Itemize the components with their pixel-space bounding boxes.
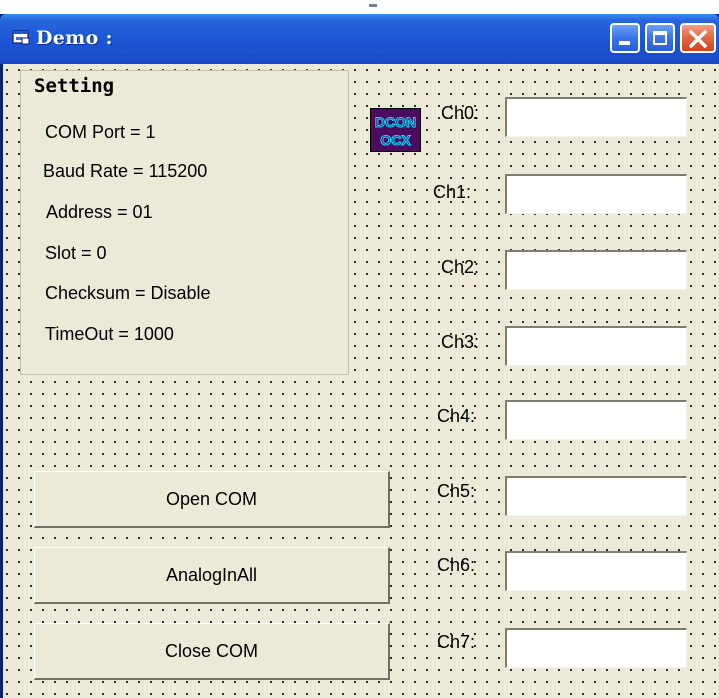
- baud-rate-label: Baud Rate = 115200: [43, 161, 208, 181]
- ch1-field[interactable]: [505, 174, 687, 214]
- ocx-line1: DCON: [375, 114, 416, 130]
- open-com-button[interactable]: Open COM: [34, 471, 390, 528]
- ch6-label: Ch6:: [437, 555, 476, 575]
- ch4-field[interactable]: [505, 400, 687, 440]
- ch7-label: Ch7:: [437, 632, 476, 652]
- ch3-field[interactable]: [505, 326, 687, 366]
- timeout-label: TimeOut = 1000: [45, 324, 174, 344]
- minimize-icon: [619, 41, 630, 45]
- ch0-label: Ch0:: [441, 103, 480, 123]
- ch2-field[interactable]: [505, 250, 687, 290]
- close-icon: [687, 28, 709, 54]
- title-bar[interactable]: Demo :: [0, 14, 719, 64]
- address-label: Address = 01: [46, 202, 153, 222]
- window-title: Demo :: [36, 27, 113, 49]
- ch2-label: Ch2:: [441, 257, 480, 277]
- com-port-label: COM Port = 1: [45, 122, 156, 142]
- ch0-field[interactable]: [505, 97, 687, 137]
- dcon-ocx-icon: DCON OCX: [374, 114, 416, 149]
- ch5-field[interactable]: [505, 476, 687, 516]
- dcon-ocx-control[interactable]: DCON OCX: [370, 108, 421, 152]
- ocx-line2: OCX: [380, 132, 411, 148]
- top-edge-mark: [369, 4, 377, 7]
- ch6-field[interactable]: [505, 551, 687, 591]
- minimize-button[interactable]: [610, 23, 640, 53]
- ch3-label: Ch3:: [441, 332, 480, 352]
- close-button[interactable]: [680, 23, 716, 53]
- form-window-icon[interactable]: [12, 29, 30, 45]
- checksum-label: Checksum = Disable: [45, 283, 211, 303]
- maximize-button[interactable]: [645, 23, 675, 53]
- analog-in-all-button[interactable]: AnalogInAll: [34, 547, 390, 604]
- ch7-field[interactable]: [505, 628, 687, 668]
- ch5-label: Ch5:: [437, 481, 476, 501]
- ch1-label: Ch1:: [433, 182, 472, 202]
- close-com-button[interactable]: Close COM: [34, 623, 390, 680]
- ch4-label: Ch4:: [437, 406, 476, 426]
- setting-frame-caption: Setting: [30, 75, 119, 97]
- slot-label: Slot = 0: [45, 243, 107, 263]
- maximize-icon: [653, 31, 667, 45]
